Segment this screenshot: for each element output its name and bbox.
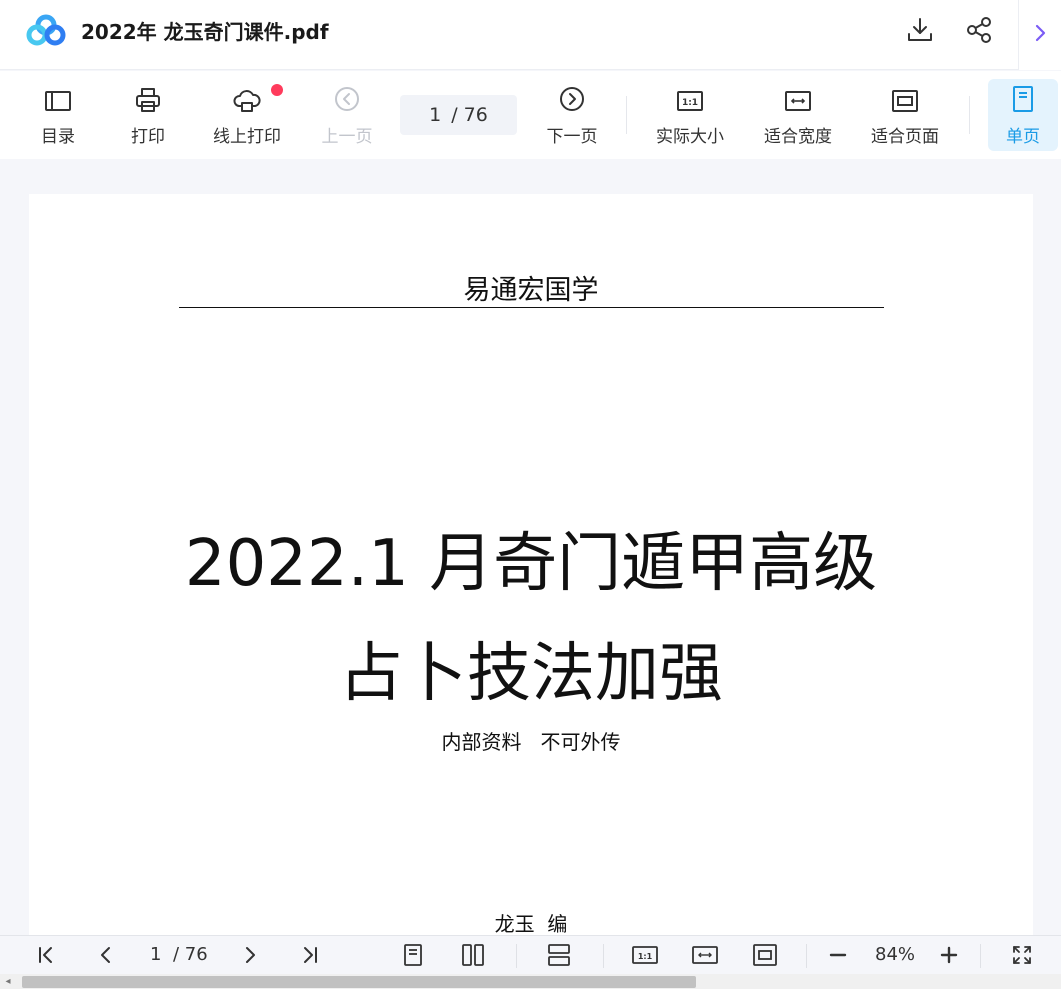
prev-page-label: 上一页: [321, 127, 373, 147]
chevron-right-icon: [1033, 23, 1047, 47]
last-page-icon[interactable]: [296, 941, 324, 969]
pdf-page: 易通宏国学 2022.1 月奇门遁甲高级 占卜技法加强 内部资料 不可外传 龙玉…: [29, 194, 1033, 954]
actual-size-small-icon[interactable]: 1:1: [630, 941, 660, 969]
bottom-current-page[interactable]: 1: [150, 944, 161, 965]
single-page-button[interactable]: 单页: [988, 79, 1058, 151]
toolbar-divider: [969, 96, 970, 134]
print-button[interactable]: 打印: [120, 79, 176, 151]
single-page-icon: [1011, 85, 1035, 113]
fit-width-small-icon[interactable]: [690, 941, 720, 969]
bottom-toolbar: 1 / 76 1:1 84%: [0, 935, 1061, 974]
continuous-scroll-icon[interactable]: [545, 941, 573, 969]
fit-page-label: 适合页面: [871, 127, 939, 147]
confidential-note: 内部资料 不可外传: [441, 730, 621, 754]
fit-page-icon: [891, 85, 919, 113]
share-icon[interactable]: [964, 15, 994, 45]
prev-circle-icon: [333, 85, 361, 113]
printer-icon: [134, 85, 162, 113]
toc-icon: [44, 85, 72, 113]
zoom-out-icon[interactable]: [826, 941, 850, 969]
viewer-toolbar: 目录 打印 线上打印 上一页 1 / 76 下一页 1:1 实际大小 适合宽度 …: [0, 71, 1061, 159]
bottom-divider: [603, 944, 604, 968]
title-bar: 2022年 龙玉奇门课件.pdf: [0, 0, 1061, 70]
publisher-heading: 易通宏国学: [463, 275, 599, 306]
next-page-button[interactable]: 下一页: [541, 79, 603, 151]
next-circle-icon: [558, 85, 586, 113]
fit-width-label: 适合宽度: [764, 127, 832, 147]
fit-page-button[interactable]: 适合页面: [866, 79, 944, 151]
fullscreen-icon[interactable]: [1008, 941, 1036, 969]
actual-size-icon: 1:1: [676, 85, 704, 113]
next-page-label: 下一页: [546, 127, 598, 147]
download-icon[interactable]: [905, 15, 935, 45]
svg-text:1:1: 1:1: [682, 98, 698, 108]
actual-size-button[interactable]: 1:1 实际大小: [651, 79, 729, 151]
baidu-netdisk-logo-icon: [26, 14, 66, 46]
current-page: 1: [429, 104, 442, 126]
cloud-print-icon: [233, 85, 261, 113]
bottom-divider: [980, 944, 981, 968]
total-pages: / 76: [451, 104, 488, 126]
single-page-view-icon[interactable]: [399, 941, 427, 969]
expand-panel-button[interactable]: [1018, 0, 1061, 70]
single-page-label: 单页: [1006, 127, 1040, 147]
horizontal-scrollbar[interactable]: ◂: [0, 974, 1061, 989]
print-label: 打印: [131, 127, 165, 147]
actual-size-label: 实际大小: [656, 127, 724, 147]
main-title-line-2: 占卜技法加强: [339, 637, 723, 711]
svg-text:1:1: 1:1: [638, 952, 653, 961]
fit-page-small-icon[interactable]: [750, 941, 780, 969]
page-number-input[interactable]: 1 / 76: [400, 95, 517, 135]
bottom-divider: [516, 944, 517, 968]
toc-button[interactable]: 目录: [30, 79, 86, 151]
fit-width-button[interactable]: 适合宽度: [759, 79, 837, 151]
fit-width-icon: [784, 85, 812, 113]
prev-page-button[interactable]: 上一页: [316, 79, 378, 151]
main-title-line-1: 2022.1 月奇门遁甲高级: [184, 527, 878, 601]
document-title: 2022年 龙玉奇门课件.pdf: [81, 20, 329, 44]
online-print-label: 线上打印: [213, 127, 281, 147]
bottom-divider: [806, 944, 807, 968]
scrollbar-thumb[interactable]: [22, 976, 696, 988]
author-line: 龙玉 编: [494, 912, 568, 936]
first-page-icon[interactable]: [32, 941, 60, 969]
zoom-level: 84%: [875, 944, 916, 965]
prev-page-icon[interactable]: [92, 941, 120, 969]
bottom-total-pages: / 76: [173, 944, 208, 965]
header-rule: [179, 307, 884, 308]
notification-dot: [271, 84, 283, 96]
scroll-left-arrow-icon[interactable]: ◂: [3, 976, 13, 988]
zoom-in-icon[interactable]: [937, 941, 961, 969]
next-page-icon[interactable]: [236, 941, 264, 969]
two-page-view-icon[interactable]: [459, 941, 487, 969]
toolbar-divider: [626, 96, 627, 134]
toc-label: 目录: [41, 127, 75, 147]
